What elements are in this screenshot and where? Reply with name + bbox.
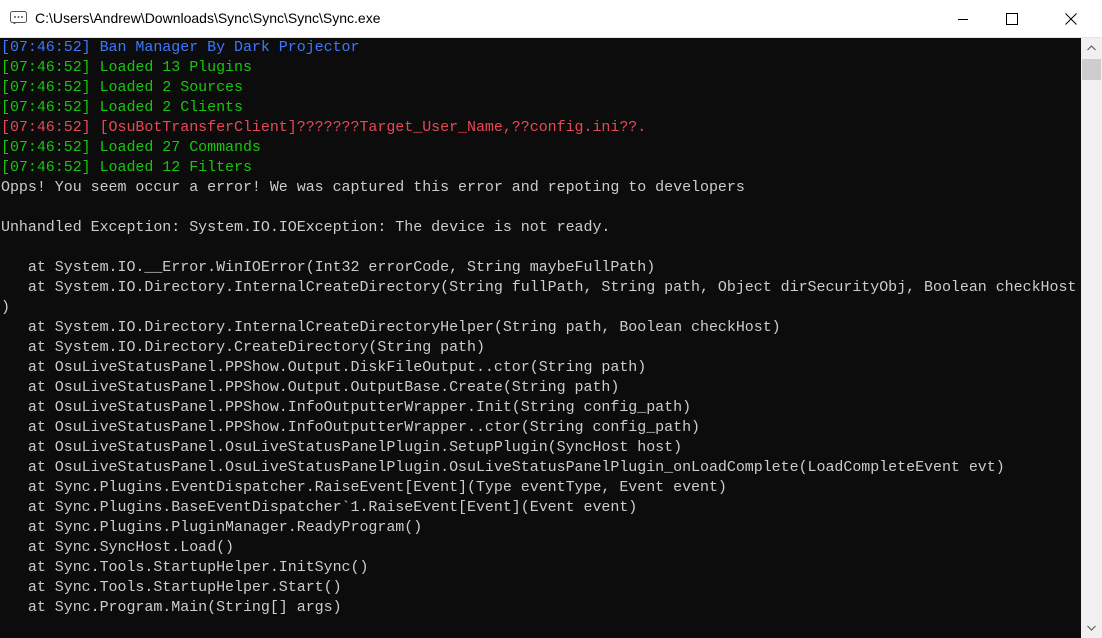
console-line: at Sync.Program.Main(String[] args)	[1, 599, 342, 616]
console-line: [07:46:52] Loaded 2 Sources	[1, 79, 243, 96]
console-app-icon[interactable]	[10, 11, 27, 25]
console-line: at OsuLiveStatusPanel.PPShow.Output.Outp…	[1, 379, 620, 396]
console-line: at System.IO.Directory.InternalCreateDir…	[1, 279, 1077, 296]
console-output[interactable]: [07:46:52] Ban Manager By Dark Projector…	[1, 38, 1079, 638]
console-line: [07:46:52] Ban Manager By Dark Projector	[1, 39, 360, 56]
console-line: at Sync.Plugins.EventDispatcher.RaiseEve…	[1, 479, 727, 496]
console-line: [07:46:52] Loaded 12 Filters	[1, 159, 252, 176]
console-line: Unhandled Exception: System.IO.IOExcepti…	[1, 219, 611, 236]
console-line: at Sync.Tools.StartupHelper.Start()	[1, 579, 342, 596]
close-button[interactable]	[1048, 0, 1094, 37]
vertical-scrollbar[interactable]	[1081, 38, 1102, 638]
console-line: at OsuLiveStatusPanel.OsuLiveStatusPanel…	[1, 459, 1005, 476]
console-line: at Sync.SyncHost.Load()	[1, 539, 234, 556]
console-line: [07:46:52] Loaded 2 Clients	[1, 99, 243, 116]
console-line: [07:46:52] [OsuBotTransferClient]???????…	[1, 119, 647, 136]
console-line: Opps! You seem occur a error! We was cap…	[1, 179, 745, 196]
console-line: [07:46:52] Loaded 27 Commands	[1, 139, 261, 156]
console-line: at OsuLiveStatusPanel.OsuLiveStatusPanel…	[1, 439, 683, 456]
console-line: at System.IO.__Error.WinIOError(Int32 er…	[1, 259, 656, 276]
console-line: [07:46:52] Loaded 13 Plugins	[1, 59, 252, 76]
console-line: )	[1, 299, 10, 316]
title-bar[interactable]: C:\Users\Andrew\Downloads\Sync\Sync\Sync…	[0, 0, 1102, 38]
arrow-up-icon	[1087, 45, 1096, 51]
console-line: at OsuLiveStatusPanel.PPShow.InfoOutputt…	[1, 419, 700, 436]
scroll-up-button[interactable]	[1081, 38, 1102, 58]
scroll-down-button[interactable]	[1081, 618, 1102, 638]
console-window: C:\Users\Andrew\Downloads\Sync\Sync\Sync…	[0, 0, 1102, 638]
console-line: at System.IO.Directory.InternalCreateDir…	[1, 319, 781, 336]
console-line: at Sync.Plugins.BaseEventDispatcher`1.Ra…	[1, 499, 638, 516]
console-line: at OsuLiveStatusPanel.PPShow.InfoOutputt…	[1, 399, 692, 416]
minimize-icon	[958, 18, 968, 20]
console-line: at Sync.Tools.StartupHelper.InitSync()	[1, 559, 369, 576]
minimize-button[interactable]	[940, 0, 986, 37]
close-icon	[1065, 12, 1077, 25]
maximize-button[interactable]	[989, 0, 1035, 37]
arrow-down-icon	[1087, 625, 1096, 631]
console-line: at OsuLiveStatusPanel.PPShow.Output.Disk…	[1, 359, 647, 376]
window-title: C:\Users\Andrew\Downloads\Sync\Sync\Sync…	[35, 10, 381, 26]
maximize-icon	[1006, 12, 1018, 25]
console-line: at Sync.Plugins.PluginManager.ReadyProgr…	[1, 519, 423, 536]
console-line: at System.IO.Directory.CreateDirectory(S…	[1, 339, 485, 356]
scrollbar-thumb[interactable]	[1082, 59, 1101, 80]
